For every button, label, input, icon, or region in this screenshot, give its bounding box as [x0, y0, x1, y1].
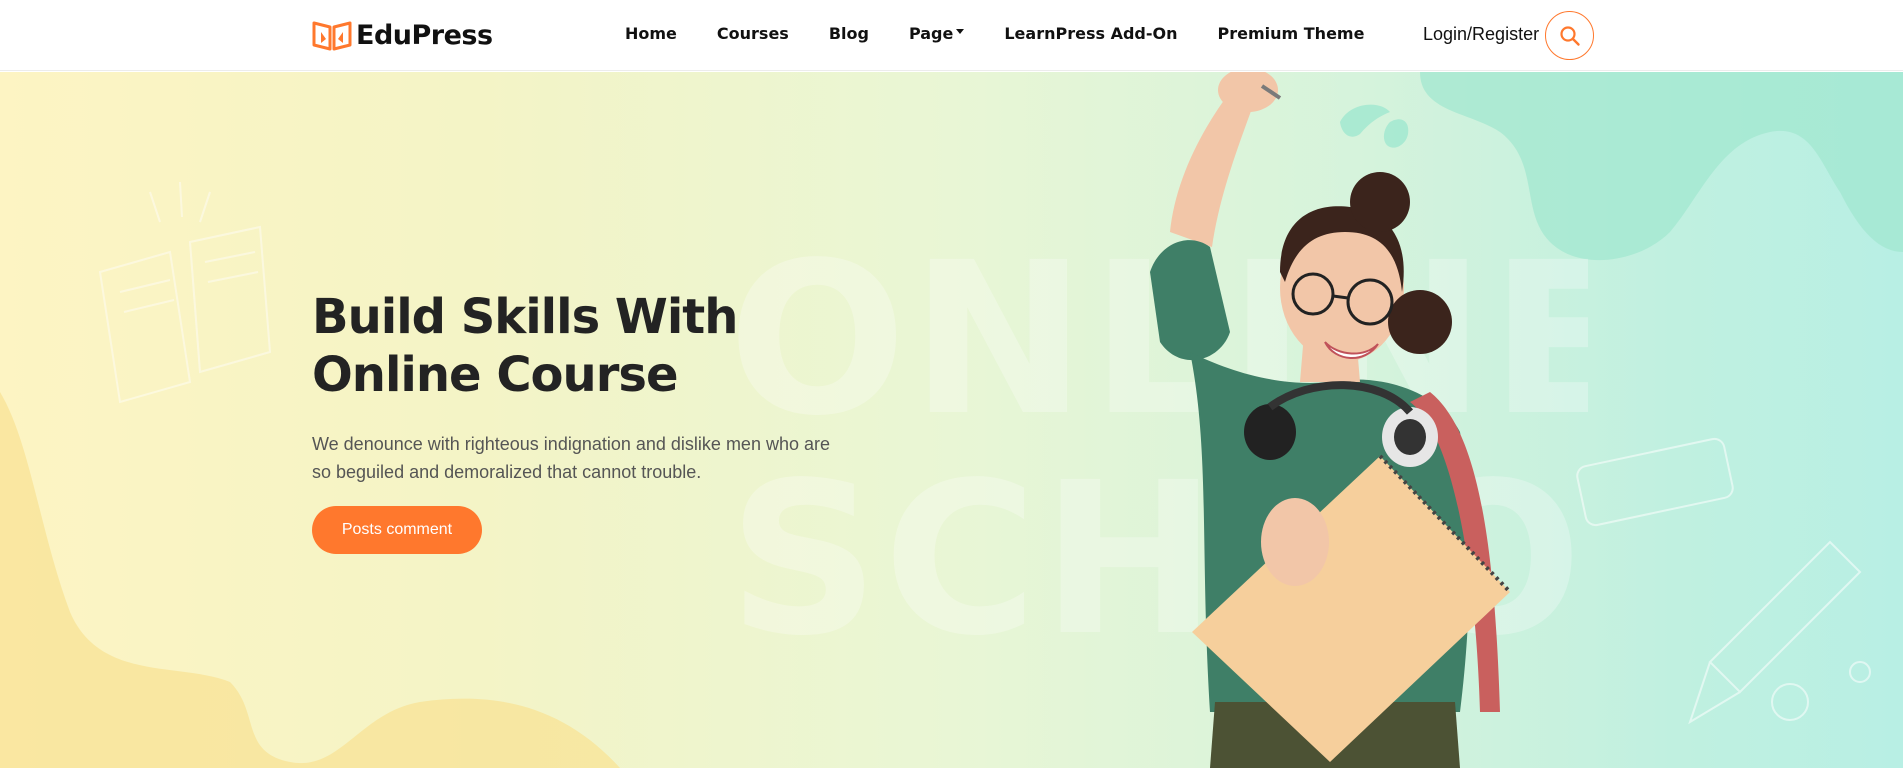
- hero-title-line-1: Build Skills With: [312, 289, 738, 345]
- site-header: EduPress Home Courses Blog Page LearnPre…: [0, 0, 1903, 71]
- nav-learnpress-addon[interactable]: LearnPress Add-On: [1004, 24, 1177, 43]
- posts-comment-button[interactable]: Posts comment: [312, 506, 482, 554]
- search-button[interactable]: [1545, 11, 1594, 60]
- caret-down-icon: [956, 29, 965, 34]
- hero-title: Build Skills With Online Course: [312, 288, 872, 404]
- login-register-link[interactable]: Login/Register: [1423, 24, 1539, 45]
- nav-courses[interactable]: Courses: [717, 24, 789, 43]
- hero-description: We denounce with righteous indignation a…: [312, 434, 830, 482]
- nav-blog[interactable]: Blog: [829, 24, 869, 43]
- nav-home[interactable]: Home: [625, 24, 677, 43]
- nav-page-label: Page: [908, 24, 954, 43]
- search-icon: [1559, 25, 1580, 46]
- nav-page-dropdown[interactable]: Page: [908, 24, 965, 43]
- brand-logo[interactable]: EduPress: [312, 19, 493, 51]
- hero-title-line-2: Online Course: [312, 347, 679, 403]
- book-doodle-icon: [98, 182, 272, 404]
- hero-section: ONLINE SCHOOL Build Skills With Online C…: [0, 72, 1903, 768]
- open-book-logo-icon: [312, 21, 352, 51]
- main-nav: Home Courses Blog Page LearnPress Add-On…: [625, 24, 1364, 43]
- student-image: [1150, 72, 1512, 768]
- brand-name: EduPress: [356, 19, 493, 51]
- nav-premium-theme[interactable]: Premium Theme: [1218, 24, 1365, 43]
